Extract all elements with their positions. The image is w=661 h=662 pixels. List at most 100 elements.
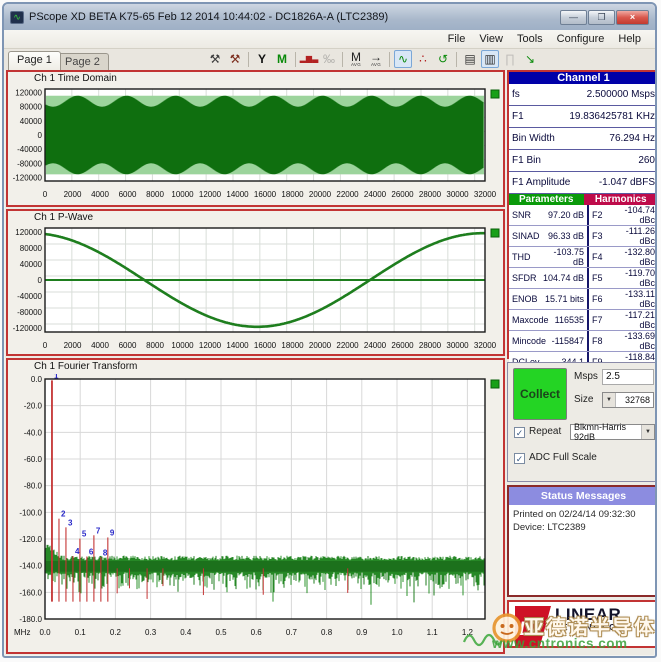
channel-row: F1 Bin260 bbox=[509, 150, 657, 172]
parameter-value: 96.33 dB bbox=[541, 231, 587, 241]
dropdown-arrow-icon[interactable]: ▼ bbox=[603, 393, 616, 407]
loop-icon[interactable]: ↺ bbox=[434, 50, 452, 68]
maximize-button[interactable]: ❐ bbox=[588, 10, 615, 25]
parameter-name: Mincode bbox=[509, 336, 541, 346]
acquisition-box: Collect Msps 2.5 Size ▼ 32768 ✓ Repeat B… bbox=[507, 362, 657, 482]
analysis-row: Mincode-115847F8-133.69 dBc bbox=[509, 331, 657, 352]
side-column: Channel 1 fs2.500000 MspsF119.836425781 … bbox=[507, 70, 657, 654]
menu-help[interactable]: Help bbox=[612, 32, 647, 46]
pwave-panel: Ch 1 P-Wave 12000080000400000-40000-8000… bbox=[6, 209, 505, 356]
menubar: FileViewToolsConfigureHelp bbox=[4, 30, 655, 49]
wave-display-icon-glyph: ∿ bbox=[398, 53, 408, 65]
single-collect-icon[interactable]: ⚒ bbox=[226, 50, 244, 68]
screen-layout2-icon[interactable]: ▥ bbox=[481, 50, 499, 68]
dropdown-arrow-icon[interactable]: ▼ bbox=[641, 425, 654, 439]
harmonic-label-3: 3 bbox=[68, 518, 73, 527]
repeat-checkbox[interactable]: ✓ bbox=[514, 427, 525, 438]
x-tick-label: 0.8 bbox=[321, 628, 333, 637]
minimize-button[interactable]: — bbox=[560, 10, 587, 25]
y-tick-label: -140.0 bbox=[19, 562, 42, 571]
screen-layout-icon[interactable]: ▤ bbox=[461, 50, 479, 68]
parameter-value: 97.20 dB bbox=[541, 210, 587, 220]
collect-setup-icon[interactable]: ⚒ bbox=[206, 50, 224, 68]
x-tick-label: 0.5 bbox=[215, 628, 227, 637]
x-tick-label: 0.4 bbox=[180, 628, 192, 637]
x-tick-label: 0.7 bbox=[286, 628, 298, 637]
x-tick-label: 16000 bbox=[254, 341, 277, 350]
toolbar-separator bbox=[456, 52, 457, 67]
harmonics-header: Harmonics bbox=[584, 194, 658, 205]
harmonic-label-6: 6 bbox=[89, 547, 94, 556]
x-tick-label: 0.9 bbox=[356, 628, 368, 637]
menu-tools[interactable]: Tools bbox=[511, 32, 549, 46]
y-tick-label: 0 bbox=[38, 276, 43, 285]
wave-display-icon[interactable]: ∿ bbox=[394, 50, 412, 68]
y-tick-label: -40000 bbox=[17, 292, 42, 301]
channel-row-label: F1 Bin bbox=[512, 155, 541, 166]
y-tick-label: 80000 bbox=[20, 103, 43, 112]
time-domain-chart: 12000080000400000-40000-80000-1200000200… bbox=[8, 86, 503, 204]
analysis-row: SINAD96.33 dBF3-111.26 dBc bbox=[509, 226, 657, 247]
status-messages-box: Status Messages Printed on 02/24/14 09:3… bbox=[507, 485, 657, 597]
x-tick-label: 32000 bbox=[474, 341, 497, 350]
y-tick-label: 0.0 bbox=[31, 375, 43, 384]
linear-logo-box: LT LINEAR TECHNOLOGY bbox=[507, 600, 657, 648]
x-tick-label: 26000 bbox=[391, 341, 414, 350]
close-button[interactable]: × bbox=[616, 10, 649, 25]
legend-swatch bbox=[491, 380, 499, 388]
tab-page-1[interactable]: Page 1 bbox=[8, 51, 61, 70]
msps-input[interactable]: 2.5 bbox=[602, 369, 654, 385]
channel-rows: fs2.500000 MspsF119.836425781 KHzBin Wid… bbox=[509, 84, 657, 194]
filter-y-icon[interactable]: Y bbox=[253, 50, 271, 68]
channel-row-label: F1 Amplitude bbox=[512, 177, 570, 188]
x-tick-label: 1.0 bbox=[391, 628, 403, 637]
x-tick-label: 18000 bbox=[281, 190, 304, 199]
x-tick-label: 12000 bbox=[199, 190, 222, 199]
tab-page-2[interactable]: Page 2 bbox=[56, 53, 109, 70]
export-icon[interactable]: ↘ bbox=[521, 50, 539, 68]
code-display-icon[interactable]: ∴ bbox=[414, 50, 432, 68]
average-m-icon[interactable]: MAVG bbox=[347, 50, 365, 68]
x-tick-label: 10000 bbox=[171, 341, 194, 350]
screen-layout-icon-glyph: ▤ bbox=[464, 53, 475, 65]
y-tick-label: -80000 bbox=[17, 308, 42, 317]
average-arrow-icon[interactable]: →AVG bbox=[367, 50, 385, 68]
channel-info-box: Channel 1 fs2.500000 MspsF119.836425781 … bbox=[507, 70, 657, 359]
x-tick-label: 0 bbox=[43, 341, 48, 350]
histogram-icon[interactable]: ▂▆▃ bbox=[300, 50, 318, 68]
screen-layout2-icon-glyph: ▥ bbox=[484, 53, 495, 65]
size-dropdown[interactable]: ▼ 32768 bbox=[602, 392, 654, 408]
fourier-panel: Ch 1 Fourier Transform 1234567890.0-20.0… bbox=[6, 358, 505, 654]
adc-full-scale-checkbox[interactable]: ✓ bbox=[514, 453, 525, 464]
harmonic-name: F3 bbox=[587, 226, 608, 246]
window-dropdown[interactable]: Blkmn-Harris 92dB ▼ bbox=[570, 424, 655, 440]
x-tick-label: 18000 bbox=[281, 341, 304, 350]
menu-view[interactable]: View bbox=[473, 32, 509, 46]
code-display-icon-glyph: ∴ bbox=[419, 53, 427, 65]
adc-full-scale-label: ADC Full Scale bbox=[529, 452, 597, 463]
msps-label: Msps bbox=[574, 371, 598, 382]
filter-m-icon[interactable]: M bbox=[273, 50, 291, 68]
x-tick-label: 16000 bbox=[254, 190, 277, 199]
x-tick-label: 0.0 bbox=[39, 628, 51, 637]
x-tick-label: 10000 bbox=[171, 190, 194, 199]
legend-swatch bbox=[491, 90, 499, 98]
single-collect-icon-glyph: ⚒ bbox=[230, 53, 241, 65]
channel-row-label: F1 bbox=[512, 111, 524, 122]
y-tick-label: -120000 bbox=[13, 173, 43, 182]
y-tick-label: -40.0 bbox=[24, 428, 43, 437]
x-tick-label: 0.2 bbox=[110, 628, 122, 637]
parameter-value: 104.74 dB bbox=[541, 273, 587, 283]
menu-file[interactable]: File bbox=[442, 32, 472, 46]
channel-row: Bin Width76.294 Hz bbox=[509, 128, 657, 150]
x-tick-label: 0.1 bbox=[75, 628, 87, 637]
parameter-name: THD bbox=[509, 252, 541, 262]
analysis-row: SFDR104.74 dBF5-119.70 dBc bbox=[509, 268, 657, 289]
menu-configure[interactable]: Configure bbox=[551, 32, 611, 46]
x-tick-label: 28000 bbox=[419, 190, 442, 199]
fl-tool-icon: ∏ bbox=[501, 50, 519, 68]
collect-button[interactable]: Collect bbox=[513, 368, 567, 420]
y-tick-label: -80.0 bbox=[24, 482, 43, 491]
lt-logo-mark: LT bbox=[511, 604, 553, 648]
parameter-value: -115847 bbox=[541, 336, 587, 346]
